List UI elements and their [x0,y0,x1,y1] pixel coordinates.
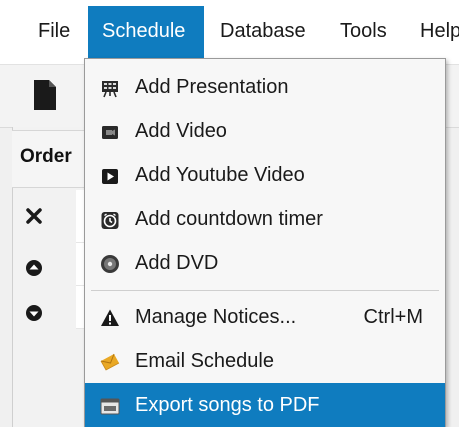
menu-file[interactable]: File [38,16,70,46]
menu-item-email-schedule[interactable]: Email Schedule [85,339,445,383]
keyboard-shortcut: Ctrl+M [363,306,423,328]
menu-help[interactable]: Help [420,16,459,46]
order-header-label: Order [20,146,72,167]
menu-separator [91,290,439,291]
close-icon[interactable] [26,208,42,224]
menu-item-add-video[interactable]: Add Video [85,109,445,153]
menu-item-label: Email Schedule [135,350,274,372]
schedule-dropdown-menu: Add Presentation Add Video Add Youtube V… [84,58,446,427]
warning-icon [101,309,119,326]
dvd-icon [101,255,119,273]
presentation-icon [102,81,118,98]
youtube-icon [102,169,118,184]
timer-icon [101,212,119,229]
menu-item-add-countdown-timer[interactable]: Add countdown timer [85,197,445,241]
menu-schedule[interactable]: Schedule [88,6,204,58]
menu-item-label: Add Youtube Video [135,164,305,186]
video-icon [102,126,118,139]
menu-item-label: Manage Notices... [135,306,297,328]
menu-item-add-dvd[interactable]: Add DVD [85,241,445,285]
menu-bar: File Schedule Database Tools Help [0,0,459,65]
menu-item-manage-notices[interactable]: Manage Notices... Ctrl+M [85,295,445,339]
menu-item-label: Add DVD [135,252,219,274]
email-icon [100,353,120,371]
move-down-icon[interactable] [26,305,42,321]
menu-item-label: Export songs to PDF [135,394,320,416]
menu-item-label: Add Presentation [135,76,289,98]
pdf-export-icon [100,398,120,415]
menu-tools[interactable]: Tools [340,16,387,46]
menu-database[interactable]: Database [220,16,306,46]
move-up-icon[interactable] [26,260,42,276]
menu-item-add-presentation[interactable]: Add Presentation [85,65,445,109]
menu-item-label: Add countdown timer [135,208,323,230]
new-document-icon[interactable] [34,80,56,110]
menu-item-label: Add Video [135,120,227,142]
menu-item-export-songs-to-pdf[interactable]: Export songs to PDF [85,383,445,427]
menu-item-add-youtube-video[interactable]: Add Youtube Video [85,153,445,197]
